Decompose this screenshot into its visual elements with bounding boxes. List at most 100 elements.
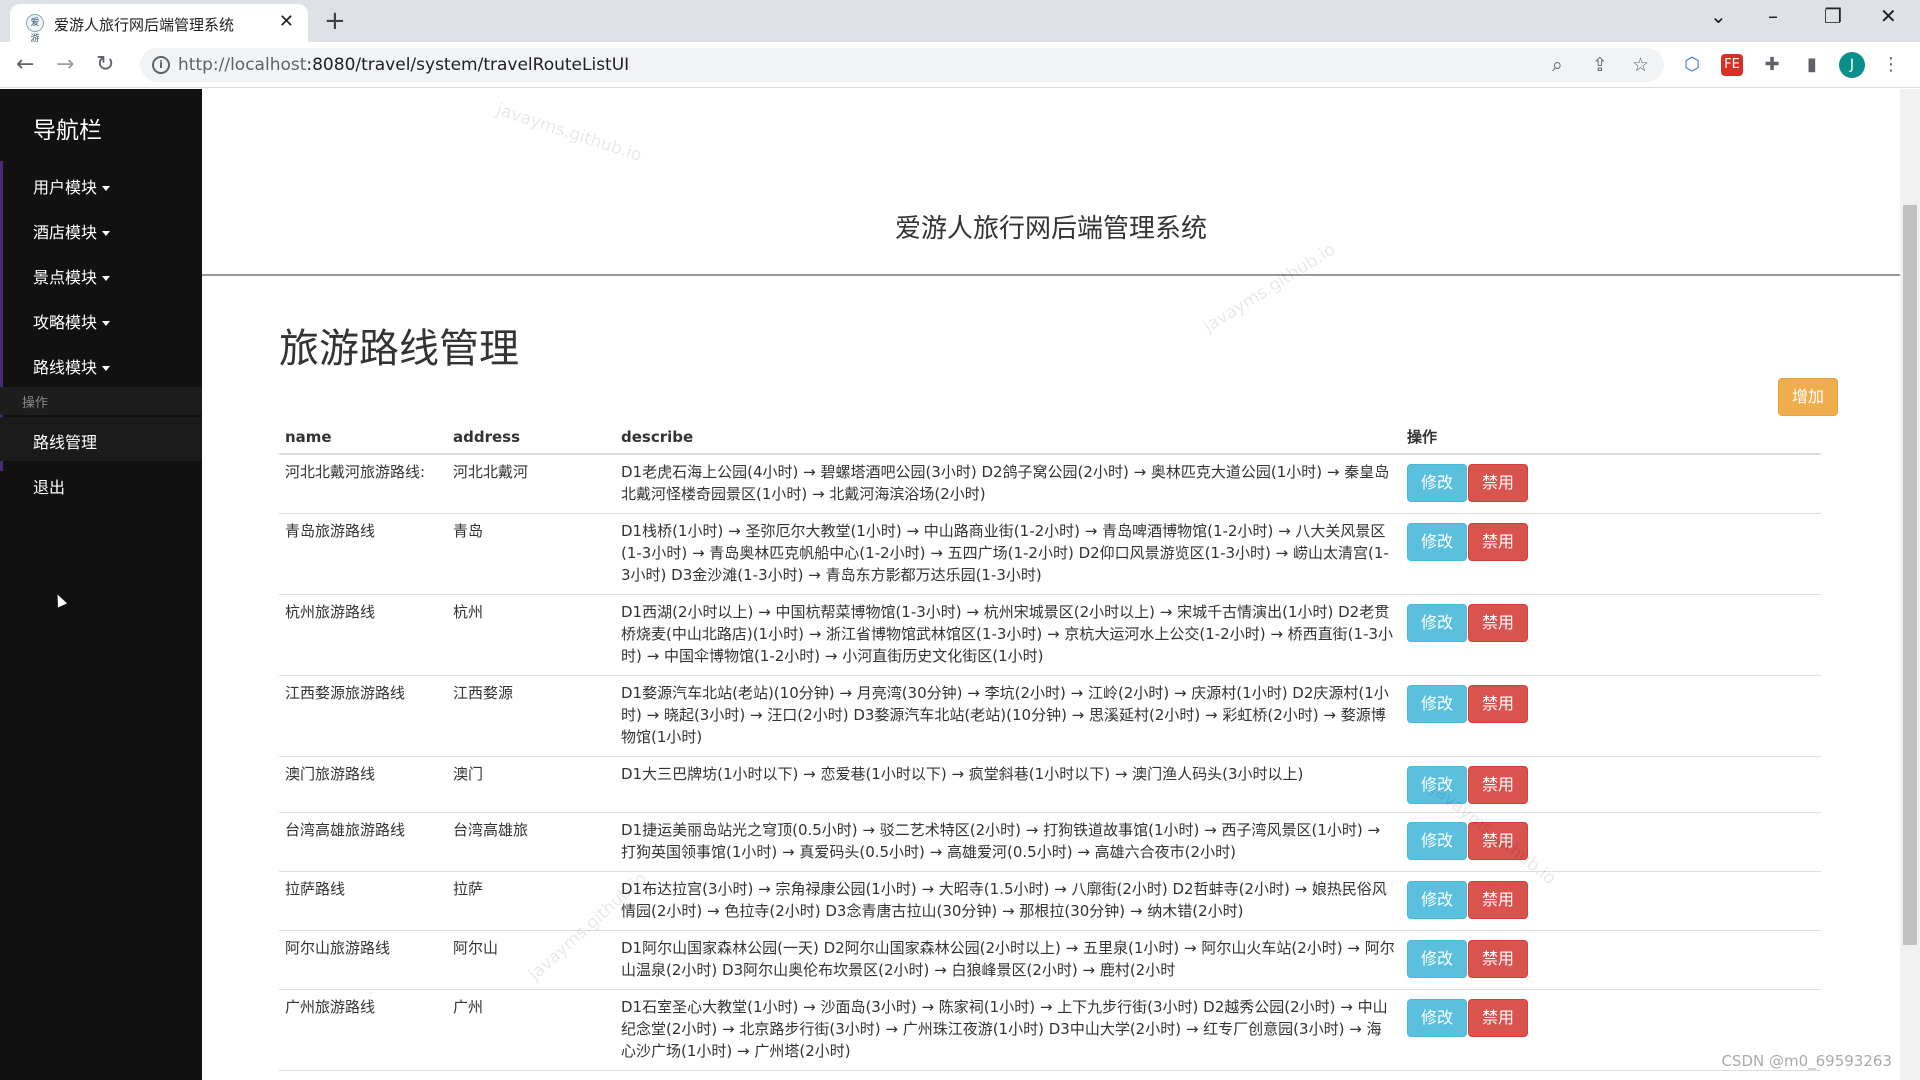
route-address: 河北北戴河 xyxy=(447,453,615,514)
column-header-name: name xyxy=(279,418,447,455)
route-describe: D1大三巴牌坊(1小时以下) → 恋爱巷(1小时以下) → 疯堂斜巷(1小时以下… xyxy=(615,756,1401,813)
route-name: 江西婺源旅游路线 xyxy=(279,675,447,757)
sidebar-item-logout[interactable]: 退出 xyxy=(0,462,202,506)
routes-table: name address describe 操作 河北北戴河旅游路线: 河北北戴河… xyxy=(279,418,1821,1080)
route-actions: 修改禁用 xyxy=(1401,871,1821,931)
route-name: 拉萨路线 xyxy=(279,871,447,931)
sidebar-section-label: 操作 xyxy=(22,396,49,411)
route-describe: D1西湖(2小时以上) → 中国杭帮菜博物馆(1-3小时) → 杭州宋城景区(2… xyxy=(615,594,1401,676)
extension-icon[interactable]: ⬡ xyxy=(1681,54,1703,76)
sidebar-item-user[interactable]: 用户模块 xyxy=(0,162,202,206)
url-text[interactable]: http://localhost:8080/travel/system/trav… xyxy=(178,55,629,75)
route-name: 青岛旅游路线 xyxy=(279,513,447,595)
tab-search-icon[interactable]: ⌄ xyxy=(1710,4,1727,28)
route-name: 云南大理旅游路线 xyxy=(279,1070,447,1080)
fe-extension-icon[interactable]: FE xyxy=(1721,54,1743,76)
puzzle-icon[interactable]: ✚ xyxy=(1761,54,1783,76)
table-row: 云南大理旅游路线云南大理D1大理古城(2-3小时) → 崇圣寺三塔(2小时) →… xyxy=(279,1070,1821,1080)
sidebar-item-label: 路线管理 xyxy=(33,433,98,452)
menu-icon[interactable]: ⋮ xyxy=(1880,54,1902,76)
sidebar-item-guide[interactable]: 攻略模块 xyxy=(0,297,202,341)
table-row: 杭州旅游路线 杭州 D1西湖(2小时以上) → 中国杭帮菜博物馆(1-3小时) → … xyxy=(279,594,1821,676)
disable-button[interactable]: 禁用 xyxy=(1468,604,1528,642)
reload-icon[interactable]: ↻ xyxy=(96,52,114,77)
disable-button[interactable]: 禁用 xyxy=(1468,881,1528,919)
edit-button[interactable]: 修改 xyxy=(1407,685,1467,723)
edit-button[interactable]: 修改 xyxy=(1407,999,1467,1037)
route-name: 阿尔山旅游路线 xyxy=(279,930,447,990)
forward-icon[interactable]: → xyxy=(56,52,74,77)
route-describe: D1婺源汽车北站(老站)(10分钟) → 月亮湾(30分钟) → 李坑(2小时)… xyxy=(615,675,1401,757)
star-icon[interactable]: ☆ xyxy=(1632,54,1649,76)
csdn-watermark: CSDN @m0_69593263 xyxy=(1721,1052,1892,1070)
add-route-button[interactable]: 增加 xyxy=(1778,378,1838,416)
route-actions: 修改禁用 xyxy=(1401,675,1821,757)
route-describe: D1大理古城(2-3小时) → 崇圣寺三塔(2小时) → 三塔倒影公园(1小时)… xyxy=(615,1070,1401,1080)
table-row: 阿尔山旅游路线 阿尔山 D1阿尔山国家森林公园(一天) D2阿尔山国家森林公园(2小… xyxy=(279,930,1821,990)
route-name: 广州旅游路线 xyxy=(279,989,447,1071)
table-row: 青岛旅游路线 青岛 D1栈桥(1小时) → 圣弥厄尔大教堂(1小时) → 中山路商业… xyxy=(279,513,1821,595)
sidebar-item-label: 退出 xyxy=(33,478,66,497)
table-row: 广州旅游路线 广州 D1石室圣心大教堂(1小时) → 沙面岛(3小时) → 陈家祠(… xyxy=(279,989,1821,1071)
tab-close-icon[interactable]: ✕ xyxy=(279,11,294,32)
page-title: 旅游路线管理 xyxy=(279,326,519,372)
disable-button[interactable]: 禁用 xyxy=(1468,685,1528,723)
address-bar[interactable]: i http://localhost:8080/travel/system/tr… xyxy=(140,48,1664,82)
edit-button[interactable]: 修改 xyxy=(1407,822,1467,860)
route-address: 青岛 xyxy=(447,513,615,595)
route-actions: 修改禁用 xyxy=(1401,1070,1821,1080)
route-name: 台湾高雄旅游路线 xyxy=(279,812,447,872)
sidebar-item-label: 用户模块 xyxy=(33,178,98,197)
route-address: 江西婺源 xyxy=(447,675,615,757)
zoom-icon[interactable]: ⌕ xyxy=(1552,54,1563,76)
share-icon[interactable]: ⇪ xyxy=(1592,54,1608,76)
avatar[interactable]: J xyxy=(1839,52,1865,78)
sidebar-item-route-manage[interactable]: 路线管理 xyxy=(0,417,202,461)
route-describe: D1老虎石海上公园(4小时) → 碧螺塔酒吧公园(3小时) D2鸽子窝公园(2小… xyxy=(615,453,1401,514)
sidebar-item-label: 路线模块 xyxy=(33,358,98,377)
close-window-icon[interactable]: ✕ xyxy=(1880,4,1897,28)
sidebar-item-hotel[interactable]: 酒店模块 xyxy=(0,207,202,251)
new-tab-button[interactable]: + xyxy=(324,6,346,36)
browser-tab[interactable]: 爱游 爱游人旅行网后端管理系统 ✕ xyxy=(10,4,308,44)
disable-button[interactable]: 禁用 xyxy=(1468,464,1528,502)
page-scrollbar[interactable] xyxy=(1900,89,1920,1080)
route-name: 杭州旅游路线 xyxy=(279,594,447,676)
disable-button[interactable]: 禁用 xyxy=(1468,523,1528,561)
edit-button[interactable]: 修改 xyxy=(1407,940,1467,978)
route-address: 阿尔山 xyxy=(447,930,615,990)
back-icon[interactable]: ← xyxy=(16,52,34,77)
header-divider xyxy=(202,274,1900,276)
route-actions: 修改禁用 xyxy=(1401,453,1821,514)
sidebar-item-route[interactable]: 路线模块 xyxy=(0,342,202,386)
caret-down-icon xyxy=(102,366,111,371)
disable-button[interactable]: 禁用 xyxy=(1468,999,1528,1037)
caret-down-icon xyxy=(102,186,111,191)
edit-button[interactable]: 修改 xyxy=(1407,604,1467,642)
sidebar-item-label: 攻略模块 xyxy=(33,313,98,332)
route-name: 澳门旅游路线 xyxy=(279,756,447,813)
route-actions: 修改禁用 xyxy=(1401,513,1821,595)
restore-icon[interactable]: ❐ xyxy=(1824,4,1842,28)
route-describe: D1阿尔山国家森林公园(一天) D2阿尔山国家森林公园(2小时以上) → 五里泉… xyxy=(615,930,1401,990)
disable-button[interactable]: 禁用 xyxy=(1468,766,1528,804)
sidebar-item-label: 景点模块 xyxy=(33,268,98,287)
browser-toolbar: ← → ↻ i http://localhost:8080/travel/sys… xyxy=(0,42,1920,88)
sidepanel-icon[interactable]: ▮ xyxy=(1801,54,1823,76)
route-describe: D1布达拉宫(3小时) → 宗角禄康公园(1小时) → 大昭寺(1.5小时) →… xyxy=(615,871,1401,931)
route-actions: 修改禁用 xyxy=(1401,594,1821,676)
sidebar-item-scenic[interactable]: 景点模块 xyxy=(0,252,202,296)
table-row: 澳门旅游路线 澳门 D1大三巴牌坊(1小时以下) → 恋爱巷(1小时以下) → 疯堂… xyxy=(279,756,1821,813)
edit-button[interactable]: 修改 xyxy=(1407,523,1467,561)
route-describe: D1栈桥(1小时) → 圣弥厄尔大教堂(1小时) → 中山路商业街(1-2小时)… xyxy=(615,513,1401,595)
minimize-icon[interactable]: – xyxy=(1768,4,1778,28)
info-icon[interactable]: i xyxy=(152,56,170,74)
sidebar-item-label: 酒店模块 xyxy=(33,223,98,242)
route-name: 河北北戴河旅游路线: xyxy=(279,453,447,514)
route-actions: 修改禁用 xyxy=(1401,930,1821,990)
edit-button[interactable]: 修改 xyxy=(1407,464,1467,502)
edit-button[interactable]: 修改 xyxy=(1407,881,1467,919)
scrollbar-thumb[interactable] xyxy=(1903,205,1917,945)
route-address: 广州 xyxy=(447,989,615,1071)
disable-button[interactable]: 禁用 xyxy=(1468,940,1528,978)
